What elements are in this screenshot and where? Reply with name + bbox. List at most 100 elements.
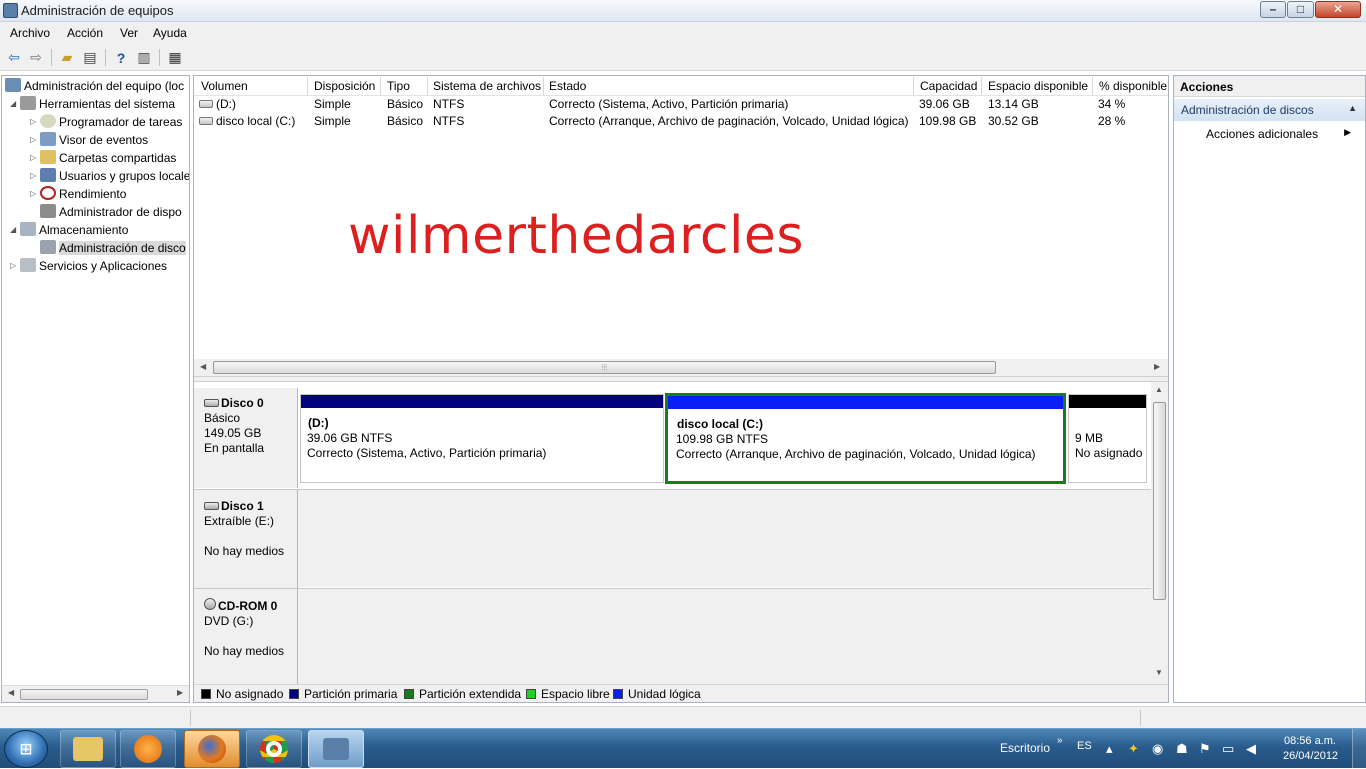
close-button[interactable]: ✕ xyxy=(1315,1,1361,18)
start-button[interactable]: ⊞ xyxy=(4,730,48,768)
table-row[interactable]: (D:) Simple Básico NTFS Correcto (Sistem… xyxy=(194,96,1168,113)
partition-bar xyxy=(668,396,1063,409)
menu-ver[interactable]: Ver xyxy=(120,26,138,40)
tree-root[interactable]: Administración del equipo (loc xyxy=(5,77,184,95)
column-header-sistema-archivos[interactable]: Sistema de archivos xyxy=(433,79,541,93)
properties-icon[interactable]: ▦ xyxy=(165,48,185,67)
show-hide-tree-icon[interactable]: ▤ xyxy=(80,48,100,67)
volume-list-horizontal-scrollbar[interactable]: ◀ ⦙⦙⦙ ▶ xyxy=(194,359,1168,376)
disk-map: Disco 0 Básico 149.05 GB En pantalla (D:… xyxy=(194,382,1168,685)
partition-unallocated[interactable]: 9 MB No asignado xyxy=(1068,394,1147,483)
menu-ayuda[interactable]: Ayuda xyxy=(153,26,187,40)
partition-c-selected[interactable]: disco local (C:) 109.98 GB NTFS Correcto… xyxy=(665,393,1066,484)
tree-item-usuarios[interactable]: ▷ Usuarios y grupos locale xyxy=(30,167,189,185)
submenu-arrow-icon[interactable]: ▶ xyxy=(1344,127,1351,138)
tree-item-servicios[interactable]: ▷ Servicios y Aplicaciones xyxy=(10,257,167,275)
desktop-toolbar-label[interactable]: Escritorio xyxy=(1000,741,1050,755)
collapse-icon[interactable]: ◢ xyxy=(10,221,20,239)
scroll-up-icon[interactable]: ▲ xyxy=(1155,385,1163,394)
legend-item: No asignado xyxy=(201,687,283,701)
scrollbar-thumb[interactable] xyxy=(1153,402,1166,600)
disk-label-cdrom-0[interactable]: CD-ROM 0 DVD (G:) No hay medios xyxy=(194,589,298,685)
volume-icon[interactable]: ◀ xyxy=(1246,741,1256,757)
taskbar-firefox[interactable] xyxy=(184,730,240,768)
disk-row-cdrom-0: CD-ROM 0 DVD (G:) No hay medios xyxy=(194,588,1152,685)
tree-item-herramientas[interactable]: ◢ Herramientas del sistema xyxy=(10,95,175,113)
scroll-down-icon[interactable]: ▼ xyxy=(1155,668,1163,677)
maximize-button[interactable]: □ xyxy=(1287,1,1314,18)
clock-time[interactable]: 08:56 a.m. xyxy=(1284,735,1336,747)
menu-accion[interactable]: Acción xyxy=(67,26,103,40)
expand-icon[interactable]: ▷ xyxy=(30,113,40,131)
scrollbar-thumb[interactable]: ⦙⦙⦙ xyxy=(213,361,996,374)
column-header-tipo[interactable]: Tipo xyxy=(387,79,410,93)
tree-item-visor[interactable]: ▷ Visor de eventos xyxy=(30,131,148,149)
legend: No asignado Partición primaria Partición… xyxy=(194,684,1168,702)
clock-date[interactable]: 26/04/2012 xyxy=(1283,750,1338,762)
network-icon[interactable]: ▭ xyxy=(1222,741,1234,757)
status-bar xyxy=(0,706,1366,728)
column-header-estado[interactable]: Estado xyxy=(549,79,586,93)
taskbar-chrome[interactable] xyxy=(246,730,302,768)
tree-item-almacenamiento[interactable]: ◢ Almacenamiento xyxy=(10,221,128,239)
minimize-button[interactable]: – xyxy=(1260,1,1286,18)
taskbar-explorer[interactable] xyxy=(60,730,116,768)
action-center-flag-icon[interactable]: ⚑ xyxy=(1199,741,1211,757)
watermark-text: wilmerthedarcles xyxy=(348,206,805,266)
disk-label-disco-0[interactable]: Disco 0 Básico 149.05 GB En pantalla xyxy=(194,388,298,488)
collapse-up-icon[interactable]: ▲ xyxy=(1348,103,1357,113)
disk-row-disco-0: Disco 0 Básico 149.05 GB En pantalla (D:… xyxy=(194,388,1152,488)
scroll-right-icon[interactable]: ▶ xyxy=(177,688,183,697)
services-icon xyxy=(20,258,36,272)
tree-item-rendimiento[interactable]: ▷ Rendimiento xyxy=(30,185,126,203)
performance-icon xyxy=(40,186,56,200)
scrollbar-thumb[interactable] xyxy=(20,689,148,700)
volume-list-header: Volumen Disposición Tipo Sistema de arch… xyxy=(194,76,1168,96)
media-player-icon xyxy=(134,735,162,763)
back-icon[interactable]: ⇦ xyxy=(4,48,24,67)
disk-management-icon xyxy=(40,240,56,254)
taskbar-media-player[interactable] xyxy=(120,730,176,768)
tree-horizontal-scrollbar[interactable]: ◀ ▶ xyxy=(2,685,189,702)
tray-app-icon[interactable]: ✦ xyxy=(1128,741,1139,757)
expand-icon[interactable]: ▷ xyxy=(30,149,40,167)
column-header-porcentaje-disponible[interactable]: % disponible xyxy=(1099,79,1167,93)
scroll-right-icon[interactable]: ▶ xyxy=(1154,362,1160,371)
column-header-disposicion[interactable]: Disposición xyxy=(314,79,375,93)
chevron-icon[interactable]: » xyxy=(1057,735,1063,746)
expand-icon[interactable]: ▷ xyxy=(30,185,40,203)
taskbar-computer-management[interactable] xyxy=(308,730,364,768)
menu-archivo[interactable]: Archivo xyxy=(10,26,50,40)
expand-icon[interactable]: ▷ xyxy=(30,131,40,149)
tree-item-administracion-discos[interactable]: Administración de disco xyxy=(40,239,186,257)
tree-item-administrador-dispositivos[interactable]: Administrador de dispo xyxy=(40,203,182,221)
partition-bar xyxy=(301,395,663,408)
tray-sync-icon[interactable]: ◉ xyxy=(1152,741,1163,757)
disk-map-vertical-scrollbar[interactable]: ▲ ▼ xyxy=(1151,382,1168,684)
scroll-left-icon[interactable]: ◀ xyxy=(8,688,14,697)
table-row[interactable]: disco local (C:) Simple Básico NTFS Corr… xyxy=(194,113,1168,130)
tray-network-app-icon[interactable]: ☗ xyxy=(1176,741,1188,757)
language-indicator[interactable]: ES xyxy=(1077,740,1092,752)
show-hidden-icons-icon[interactable]: ▴ xyxy=(1106,741,1113,757)
actions-header: Acciones xyxy=(1174,76,1365,97)
up-folder-icon[interactable]: ▰ xyxy=(57,48,77,67)
column-header-espacio-disponible[interactable]: Espacio disponible xyxy=(988,79,1088,93)
tree-item-carpetas[interactable]: ▷ Carpetas compartidas xyxy=(30,149,176,167)
collapse-icon[interactable]: ◢ xyxy=(10,95,20,113)
acciones-adicionales-item[interactable]: Acciones adicionales xyxy=(1206,127,1318,141)
actions-section-administracion-discos[interactable]: Administración de discos ▲ xyxy=(1174,99,1365,121)
forward-icon[interactable]: ⇨ xyxy=(26,48,46,67)
tree-item-programador[interactable]: ▷ Programador de tareas xyxy=(30,113,182,131)
disk-label-disco-1[interactable]: Disco 1 Extraíble (E:) No hay medios xyxy=(194,490,298,588)
show-desktop-button[interactable] xyxy=(1352,729,1366,769)
expand-icon[interactable]: ▷ xyxy=(30,167,40,185)
help-icon[interactable]: ? xyxy=(111,48,131,67)
scroll-left-icon[interactable]: ◀ xyxy=(200,362,206,371)
expand-icon[interactable]: ▷ xyxy=(10,257,20,275)
column-header-capacidad[interactable]: Capacidad xyxy=(920,79,977,93)
column-header-volumen[interactable]: Volumen xyxy=(201,79,248,93)
partition-d[interactable]: (D:) 39.06 GB NTFS Correcto (Sistema, Ac… xyxy=(300,394,664,483)
show-hide-action-pane-icon[interactable]: ▥ xyxy=(134,48,154,67)
toolbar: ⇦ ⇨ ▰ ▤ ? ▥ ▦ xyxy=(0,44,1366,71)
